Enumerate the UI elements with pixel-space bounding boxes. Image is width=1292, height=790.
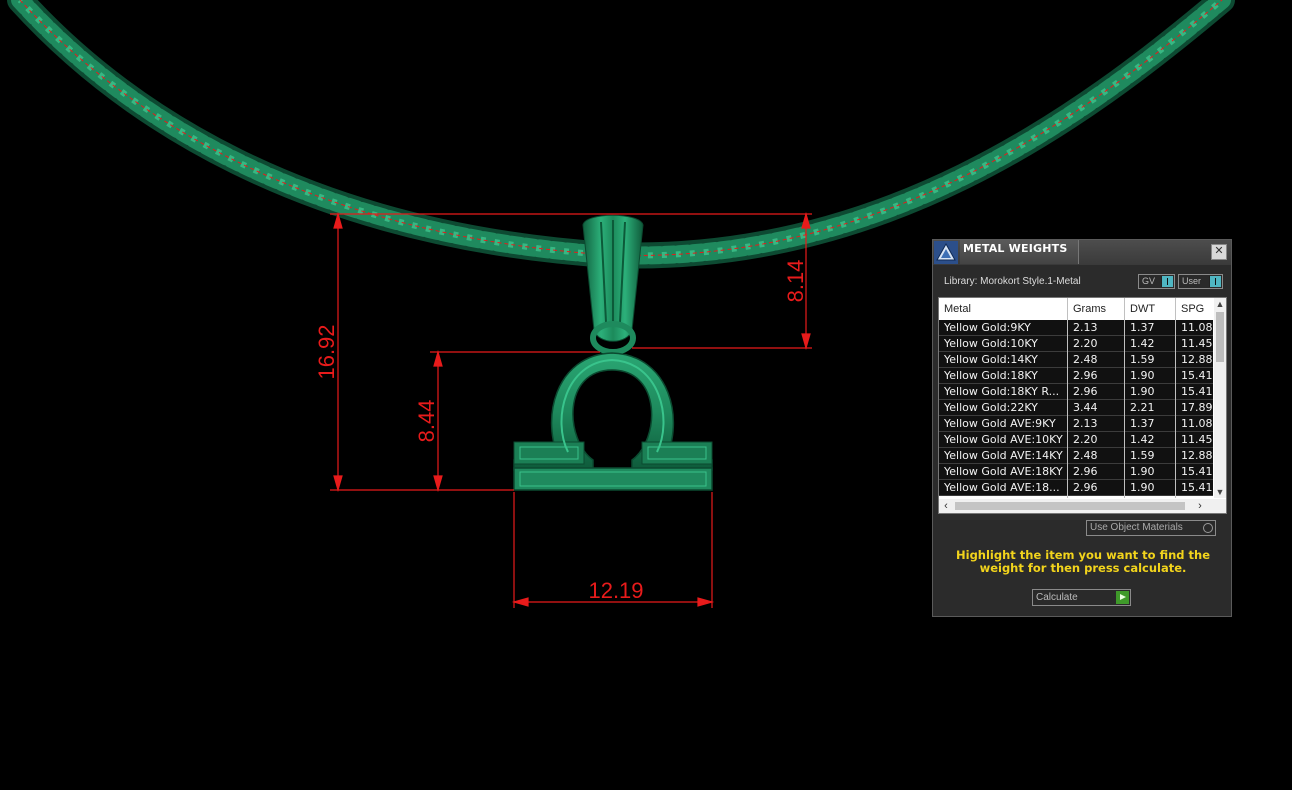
table-row[interactable]: Yellow Gold AVE:10KY 2.20 1.42 11.45 [939, 432, 1213, 448]
cell-metal: Yellow Gold AVE:14KY [944, 449, 1063, 462]
scroll-left-icon[interactable]: ‹ [939, 499, 953, 513]
instruction-text: Highlight the item you want to find the … [956, 548, 1210, 575]
cell-metal: Yellow Gold AVE:18KY [944, 465, 1063, 478]
library-label: Library: Morokort Style.1-Metal [944, 276, 1081, 287]
cell-metal: Yellow Gold AVE:10KY [944, 433, 1063, 446]
cell-spg: 15.41 [1181, 369, 1213, 382]
scroll-right-icon[interactable]: › [1193, 499, 1207, 513]
table-row[interactable]: Yellow Gold AVE:14KY 2.48 1.59 12.88 [939, 448, 1213, 464]
cell-metal: Yellow Gold:9KY [944, 321, 1031, 334]
cell-grams: 2.13 [1073, 321, 1098, 334]
cell-metal: Yellow Gold:14KY [944, 353, 1038, 366]
cell-grams: 2.13 [1073, 417, 1098, 430]
table-row[interactable]: Yellow Gold:18KY 2.96 1.90 15.41 [939, 368, 1213, 384]
table-row[interactable]: Yellow Gold AVE:9KY 2.13 1.37 11.08 [939, 416, 1213, 432]
use-object-materials-checkbox[interactable]: Use Object Materials [1086, 520, 1216, 536]
cell-grams: 2.96 [1073, 385, 1098, 398]
cell-grams: 2.48 [1073, 353, 1098, 366]
table-row[interactable]: Yellow Gold AVE:18KY 2.96 1.90 15.41 [939, 464, 1213, 480]
close-icon[interactable]: ✕ [1211, 244, 1227, 260]
metal-weights-panel: METAL WEIGHTS ✕ Library: Morokort Style.… [932, 239, 1232, 617]
cell-dwt: 1.42 [1130, 433, 1155, 446]
cell-grams: 3.44 [1073, 401, 1098, 414]
use-object-materials-label: Use Object Materials [1090, 522, 1183, 533]
cell-spg: 15.41 [1181, 465, 1213, 478]
cell-spg: 15.41 [1181, 481, 1213, 494]
cell-dwt: 1.90 [1130, 465, 1155, 478]
cell-metal: Yellow Gold:10KY [944, 337, 1038, 350]
cell-grams: 2.48 [1073, 449, 1098, 462]
cell-spg: 17.89 [1181, 401, 1213, 414]
play-icon [1116, 591, 1129, 604]
cell-dwt: 1.90 [1130, 369, 1155, 382]
cell-metal: Yellow Gold AVE:18... [944, 481, 1060, 494]
table-header: Metal Grams DWT SPG [939, 298, 1213, 320]
dimension-symbol-width: 12.19 [588, 578, 643, 603]
cell-spg: 11.45 [1181, 433, 1213, 446]
vertical-scroll-thumb[interactable] [1216, 312, 1224, 362]
column-header-spg[interactable]: SPG [1181, 298, 1215, 320]
cell-metal: Yellow Gold:18KY R... [944, 385, 1060, 398]
column-header-metal[interactable]: Metal [944, 298, 1064, 320]
cell-grams: 2.96 [1073, 465, 1098, 478]
horizontal-scrollbar[interactable]: ‹ › [939, 499, 1226, 513]
cell-dwt: 2.21 [1130, 401, 1155, 414]
scroll-down-icon[interactable]: ▼ [1214, 486, 1226, 498]
cell-metal: Yellow Gold AVE:9KY [944, 417, 1056, 430]
table-row[interactable]: Yellow Gold:9KY 2.13 1.37 11.08 [939, 320, 1213, 336]
table-row[interactable]: Yellow Gold:14KY 2.48 1.59 12.88 [939, 352, 1213, 368]
radio-icon [1203, 523, 1213, 533]
scroll-up-icon[interactable]: ▲ [1214, 298, 1226, 310]
table-row[interactable]: Yellow Gold:18KY R... 2.96 1.90 15.41 [939, 384, 1213, 400]
cell-dwt: 1.90 [1130, 385, 1155, 398]
calculate-button[interactable]: Calculate [1032, 589, 1131, 606]
gv-toggle[interactable]: GV [1138, 274, 1175, 289]
cell-dwt: 1.59 [1130, 449, 1155, 462]
cell-grams: 2.96 [1073, 481, 1098, 494]
horizontal-scroll-thumb[interactable] [955, 502, 1185, 510]
cell-grams: 2.20 [1073, 433, 1098, 446]
table-row[interactable]: Yellow Gold:10KY 2.20 1.42 11.45 [939, 336, 1213, 352]
dimension-symbol-height: 8.44 [414, 400, 439, 443]
user-toggle[interactable]: User [1178, 274, 1223, 289]
panel-title: METAL WEIGHTS [963, 242, 1068, 255]
cell-dwt: 1.37 [1130, 321, 1155, 334]
cell-spg: 12.88 [1181, 449, 1213, 462]
cell-metal: Yellow Gold:18KY [944, 369, 1038, 382]
table-body: Yellow Gold:9KY 2.13 1.37 11.08 Yellow Gold:… [939, 320, 1213, 496]
metal-table[interactable]: Metal Grams DWT SPG Yellow Gold:9KY 2.13 1… [938, 297, 1227, 514]
column-header-dwt[interactable]: DWT [1130, 298, 1175, 320]
panel-titlebar[interactable]: METAL WEIGHTS ✕ [933, 240, 1231, 265]
cell-dwt: 1.37 [1130, 417, 1155, 430]
column-header-grams[interactable]: Grams [1073, 298, 1125, 320]
dimension-total-height: 16.92 [314, 324, 339, 379]
cell-dwt: 1.59 [1130, 353, 1155, 366]
cell-grams: 2.20 [1073, 337, 1098, 350]
calculate-label: Calculate [1036, 592, 1078, 603]
cell-spg: 11.08 [1181, 417, 1213, 430]
cell-spg: 15.41 [1181, 385, 1213, 398]
cell-dwt: 1.90 [1130, 481, 1155, 494]
cell-grams: 2.96 [1073, 369, 1098, 382]
gv-toggle-label: GV [1142, 276, 1156, 286]
cell-dwt: 1.42 [1130, 337, 1155, 350]
app-logo-icon [934, 241, 958, 264]
table-row[interactable]: Yellow Gold AVE:18... 2.96 1.90 15.41 [939, 480, 1213, 496]
cell-spg: 12.88 [1181, 353, 1213, 366]
cell-spg: 11.08 [1181, 321, 1213, 334]
dimension-bail-height: 8.14 [783, 260, 808, 303]
user-toggle-label: User [1182, 276, 1202, 286]
cell-spg: 11.45 [1181, 337, 1213, 350]
vertical-scrollbar[interactable]: ▲ ▼ [1214, 298, 1226, 498]
table-row[interactable]: Yellow Gold:22KY 3.44 2.21 17.89 [939, 400, 1213, 416]
cell-metal: Yellow Gold:22KY [944, 401, 1038, 414]
